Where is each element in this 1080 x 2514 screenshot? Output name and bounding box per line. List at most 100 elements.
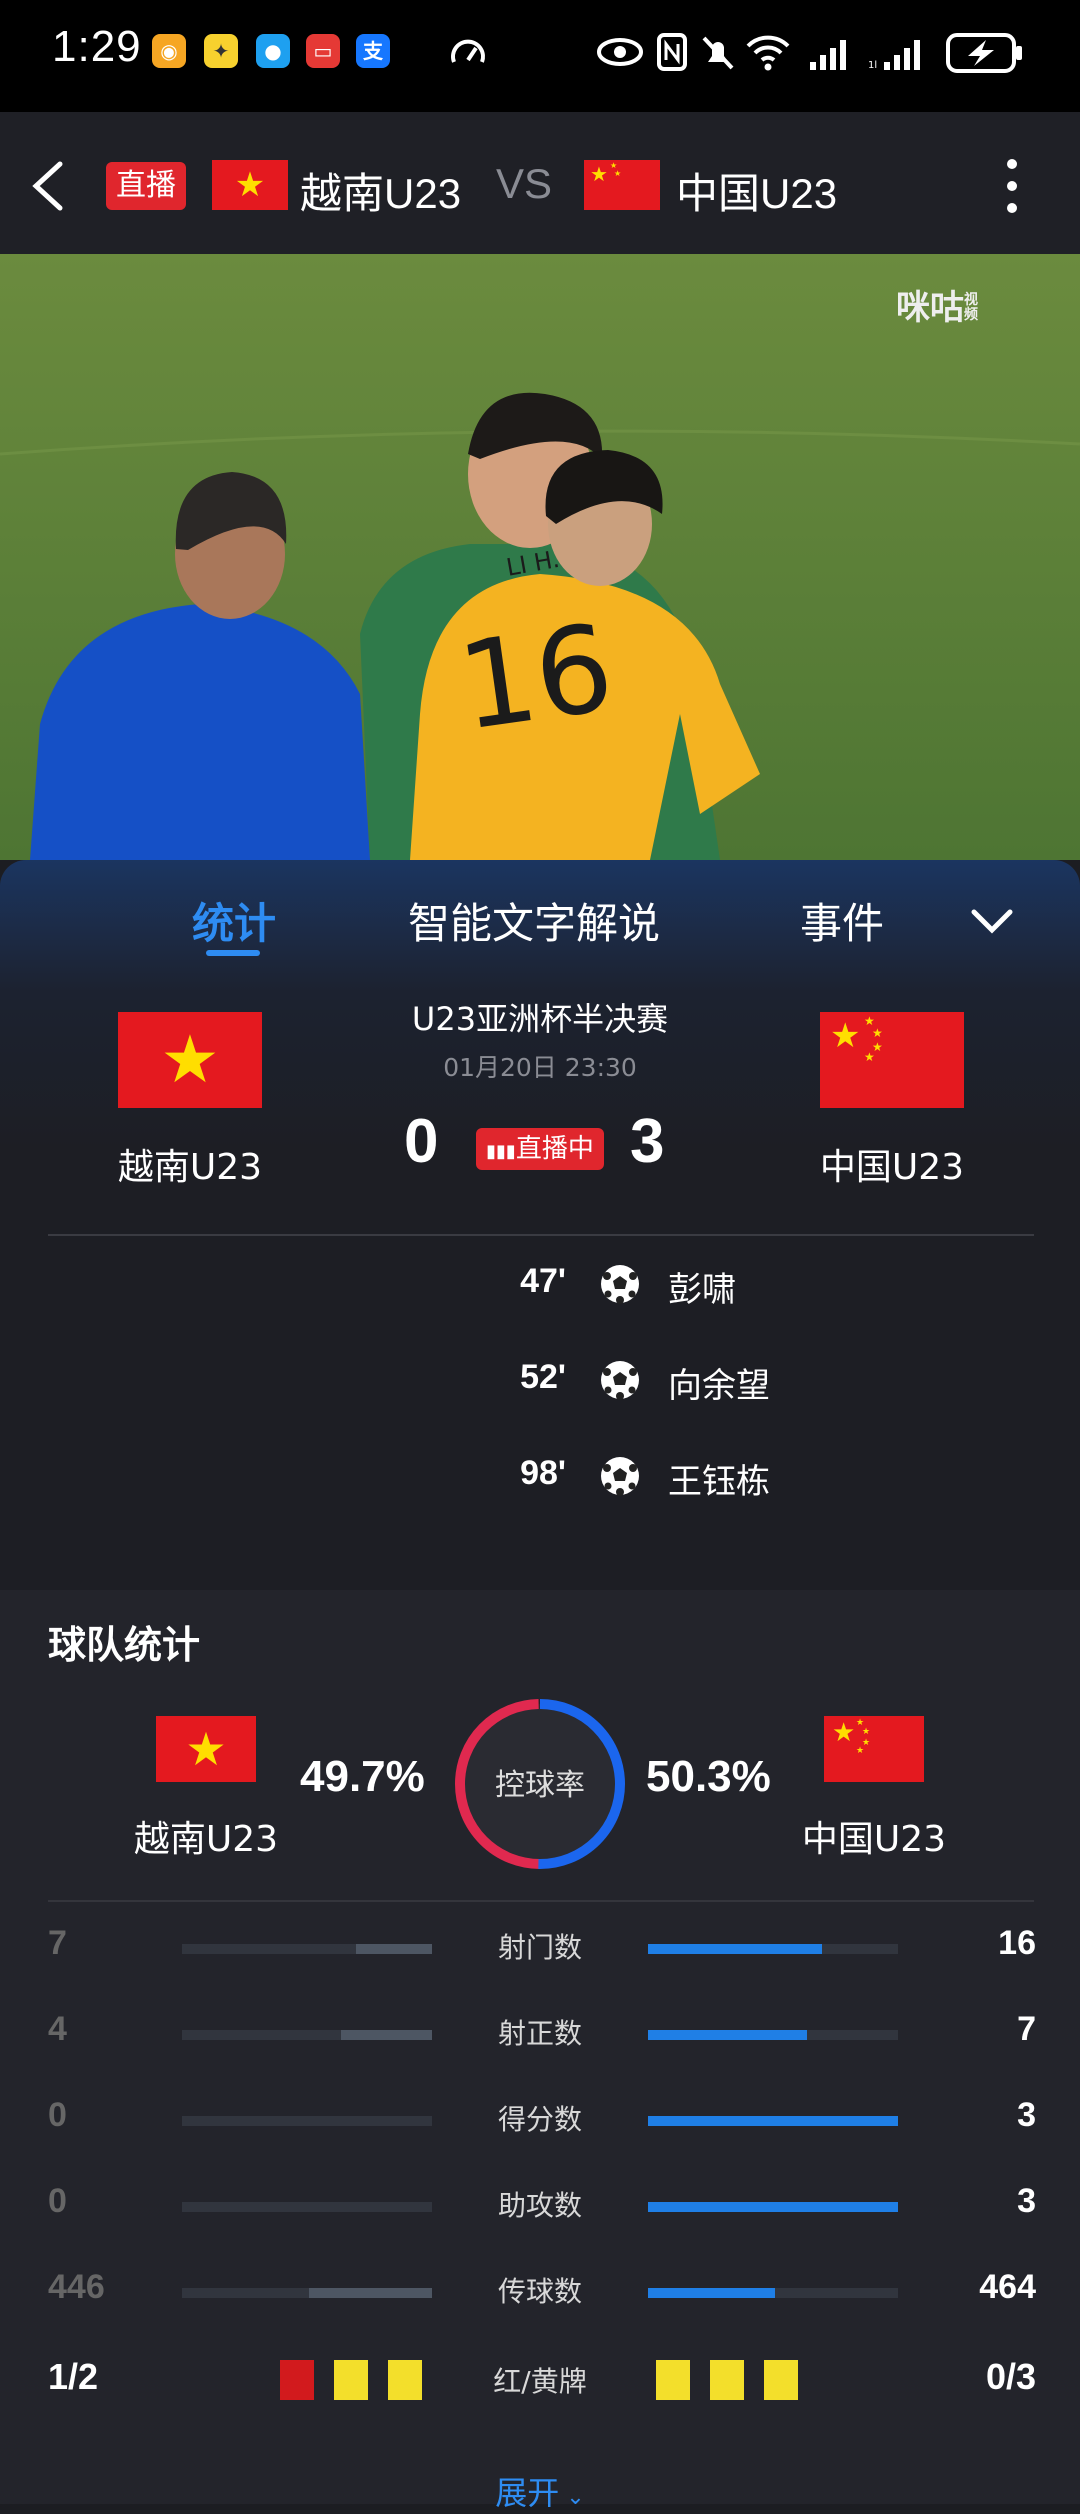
header-away-team: 中国U23: [676, 170, 838, 217]
weibo-icon: ◉: [152, 34, 186, 68]
yellow-card: [388, 2360, 422, 2400]
signal-icon: [810, 40, 846, 70]
stat-home-value: 7: [48, 1924, 67, 1962]
stat-home-fill: [309, 2288, 432, 2298]
home-cards-value: 1/2: [48, 2356, 99, 2397]
red-card: [280, 2360, 314, 2400]
stat-row: 446 传球数 464: [0, 2266, 1080, 2326]
svg-text:1l: 1l: [868, 60, 877, 71]
stat-label: 传球数: [497, 2275, 582, 2308]
goal-scorer: 王钰栋: [668, 1462, 770, 1502]
home-team-name: 越南U23: [117, 1147, 263, 1188]
video-player[interactable]: 16 LI H. 咪咕视频: [0, 254, 1080, 860]
speed-icon: [451, 39, 485, 63]
expand-button[interactable]: 展开 ⌄: [470, 2468, 610, 2514]
stat-home-bar: [182, 2116, 432, 2126]
alipay-icon: 支: [356, 34, 390, 68]
possession-label: 控球率: [495, 1768, 585, 1803]
goal-minute: 52': [520, 1358, 566, 1396]
signal-icon-2: 1l: [868, 40, 920, 71]
stat-away-bar: [648, 2288, 898, 2298]
yellow-card: [656, 2360, 690, 2400]
stat-away-fill: [648, 2030, 808, 2040]
stat-row: 0 助攻数 3: [0, 2180, 1080, 2240]
away-cards-value: 0/3: [985, 2356, 1036, 2397]
tab-text-commentary[interactable]: 智能文字解说: [408, 890, 660, 951]
home-score: 0: [404, 1107, 439, 1176]
stat-home-value: 0: [48, 2096, 67, 2134]
stat-home-bar: [182, 1944, 432, 1954]
wifi-icon: [746, 35, 790, 71]
more-icon[interactable]: [998, 156, 1026, 216]
goal-minute: 98': [520, 1454, 566, 1492]
video-frame: 16 LI H.: [0, 254, 1080, 860]
mute-icon: [702, 36, 734, 70]
stat-label: 射正数: [497, 2017, 582, 2050]
stat-away-bar: [648, 2116, 898, 2126]
collapse-chevron-icon[interactable]: [968, 904, 1016, 940]
stat-away-value: 3: [1017, 2096, 1036, 2134]
stat-away-value: 464: [979, 2268, 1036, 2306]
eye-icon: [597, 38, 643, 66]
app-icon: ✦: [204, 34, 238, 68]
stat-away-bar: [648, 2030, 898, 2040]
stat-away-fill: [648, 2116, 898, 2126]
stat-home-bar: [182, 2030, 432, 2040]
tab-indicator: [206, 950, 260, 956]
status-time: 1:29: [52, 22, 142, 71]
stats-home-team: 越南U23: [133, 1819, 279, 1860]
away-possession: 50.3%: [646, 1752, 771, 1801]
message-icon: ●: [256, 34, 290, 68]
status-bar: 1:29 ◉ ✦ ● ▭ 支 1l: [0, 0, 1080, 112]
stat-away-fill: [648, 2288, 776, 2298]
home-possession: 49.7%: [300, 1752, 425, 1801]
tab-stats[interactable]: 统计: [192, 890, 276, 951]
football-icon: [601, 1457, 639, 1496]
stat-home-value: 0: [48, 2182, 67, 2220]
yellow-card: [334, 2360, 368, 2400]
stats-away-team: 中国U23: [801, 1819, 947, 1860]
back-icon[interactable]: [28, 160, 68, 212]
stat-home-fill: [355, 1944, 432, 1954]
stats-away-flag: ★ ★ ★ ★ ★: [824, 1716, 924, 1782]
cards-row: 1/2 红/黄牌 0/3: [0, 2356, 1080, 2416]
stat-away-fill: [648, 2202, 898, 2212]
away-flag: ★ ★ ★ ★ ★: [820, 1012, 964, 1108]
header-home-team: 越南U23: [300, 170, 462, 217]
stat-label: 射门数: [497, 1931, 582, 1964]
match-datetime: 01月20日 23:30: [443, 1053, 637, 1082]
stat-home-bar: [182, 2288, 432, 2298]
cards-label: 红/黄牌: [493, 2365, 587, 2398]
yellow-card: [764, 2360, 798, 2400]
tab-events[interactable]: 事件: [800, 890, 884, 951]
battery-icon: [946, 33, 1022, 73]
stat-away-value: 16: [998, 1924, 1036, 1962]
header-vs: VS: [496, 160, 553, 207]
stat-label: 得分数: [497, 2103, 582, 2136]
migu-logo: 咪咕视频: [896, 288, 978, 328]
nfc-icon: [657, 33, 687, 71]
divider: [48, 1234, 1034, 1236]
away-score: 3: [630, 1107, 665, 1176]
goal-scorer: 向余望: [668, 1366, 770, 1406]
stat-row: 7 射门数 16: [0, 1922, 1080, 1982]
home-flag: ★: [118, 1012, 262, 1108]
live-badge: 直播: [106, 162, 186, 210]
stat-home-value: 4: [48, 2010, 67, 2048]
book-icon: ▭: [306, 34, 340, 68]
live-status-badge: ▮▮▮直播中: [476, 1128, 604, 1170]
stat-away-bar: [648, 2202, 898, 2212]
stat-home-fill: [341, 2030, 432, 2040]
goal-scorer: 彭啸: [668, 1270, 736, 1310]
stat-home-bar: [182, 2202, 432, 2212]
goal-minute: 47': [520, 1262, 566, 1300]
team-stats-title: 球队统计: [48, 1623, 201, 1667]
stat-row: 4 射正数 7: [0, 2008, 1080, 2068]
yellow-card: [710, 2360, 744, 2400]
stat-away-value: 7: [1017, 2010, 1036, 2048]
vietnam-flag: ★: [212, 160, 288, 210]
stats-home-flag: ★: [156, 1716, 256, 1782]
competition: U23亚洲杯半决赛: [411, 1000, 669, 1038]
football-icon: [601, 1265, 639, 1304]
football-icon: [601, 1361, 639, 1400]
